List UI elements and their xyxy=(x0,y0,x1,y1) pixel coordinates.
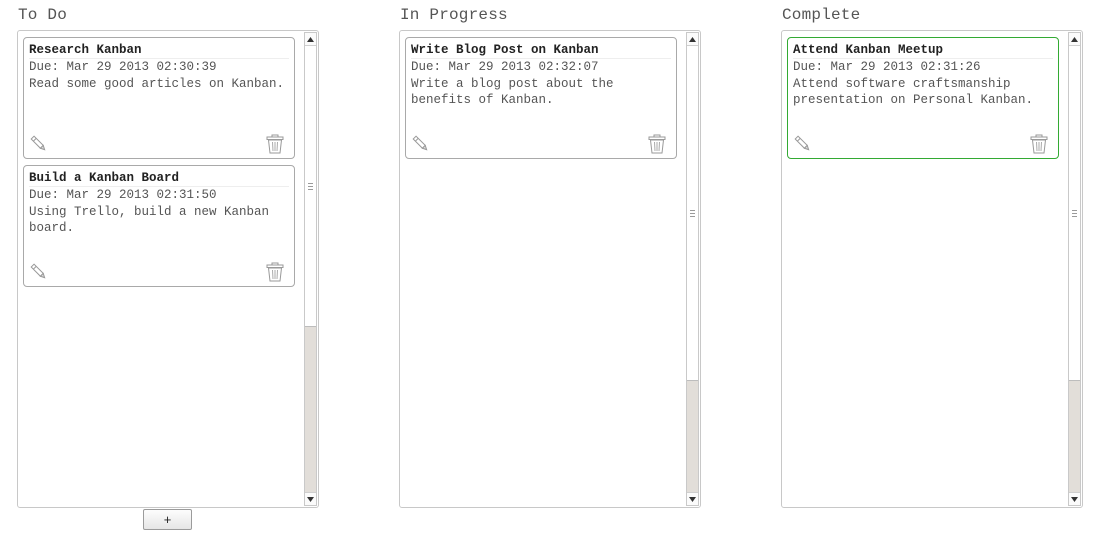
scrollbar-thumb[interactable] xyxy=(305,45,316,327)
trash-icon[interactable] xyxy=(265,134,285,154)
vertical-scrollbar[interactable] xyxy=(686,32,699,506)
column-panel[interactable]: Write Blog Post on Kanban Due: Mar 29 20… xyxy=(399,30,701,508)
grip-icon xyxy=(308,182,313,190)
card-title: Attend Kanban Meetup xyxy=(793,43,1053,59)
card-description: Attend software craftsmanship presentati… xyxy=(793,77,1034,107)
pencil-icon[interactable] xyxy=(29,262,49,282)
trash-icon[interactable] xyxy=(647,134,667,154)
grip-icon xyxy=(690,209,695,217)
card-description: Write a blog post about the benefits of … xyxy=(411,77,614,107)
pencil-icon[interactable] xyxy=(411,134,431,154)
card-list: Attend Kanban Meetup Due: Mar 29 2013 02… xyxy=(787,37,1060,165)
card-description: Using Trello, build a new Kanban board. xyxy=(29,205,270,235)
kanban-card[interactable]: Build a Kanban Board Due: Mar 29 2013 02… xyxy=(23,165,295,287)
scroll-down-arrow-icon[interactable] xyxy=(1069,492,1080,505)
kanban-card[interactable]: Write Blog Post on Kanban Due: Mar 29 20… xyxy=(405,37,677,159)
scrollbar-thumb[interactable] xyxy=(1069,45,1080,381)
add-card-button[interactable]: + xyxy=(143,509,192,530)
vertical-scrollbar[interactable] xyxy=(1068,32,1081,506)
card-title: Research Kanban xyxy=(29,43,289,59)
column-title: Complete xyxy=(782,6,861,24)
scroll-down-arrow-icon[interactable] xyxy=(305,492,316,505)
trash-icon[interactable] xyxy=(1029,134,1049,154)
card-list: Write Blog Post on Kanban Due: Mar 29 20… xyxy=(405,37,678,165)
card-list: Research Kanban Due: Mar 29 2013 02:30:3… xyxy=(23,37,296,293)
scrollbar-thumb[interactable] xyxy=(687,45,698,381)
column-panel[interactable]: Research Kanban Due: Mar 29 2013 02:30:3… xyxy=(17,30,319,508)
pencil-icon[interactable] xyxy=(29,134,49,154)
vertical-scrollbar[interactable] xyxy=(304,32,317,506)
card-due-date: Due: Mar 29 2013 02:30:39 xyxy=(29,60,217,74)
card-description: Read some good articles on Kanban. xyxy=(29,77,285,91)
card-due-date: Due: Mar 29 2013 02:31:50 xyxy=(29,188,217,202)
card-title: Build a Kanban Board xyxy=(29,171,289,187)
scroll-down-arrow-icon[interactable] xyxy=(687,492,698,505)
column-title: In Progress xyxy=(400,6,508,24)
grip-icon xyxy=(1072,209,1077,217)
card-title: Write Blog Post on Kanban xyxy=(411,43,671,59)
column-title: To Do xyxy=(18,6,68,24)
pencil-icon[interactable] xyxy=(793,134,813,154)
kanban-card[interactable]: Attend Kanban Meetup Due: Mar 29 2013 02… xyxy=(787,37,1059,159)
column-panel[interactable]: Attend Kanban Meetup Due: Mar 29 2013 02… xyxy=(781,30,1083,508)
trash-icon[interactable] xyxy=(265,262,285,282)
card-due-date: Due: Mar 29 2013 02:31:26 xyxy=(793,60,981,74)
card-due-date: Due: Mar 29 2013 02:32:07 xyxy=(411,60,599,74)
kanban-card[interactable]: Research Kanban Due: Mar 29 2013 02:30:3… xyxy=(23,37,295,159)
